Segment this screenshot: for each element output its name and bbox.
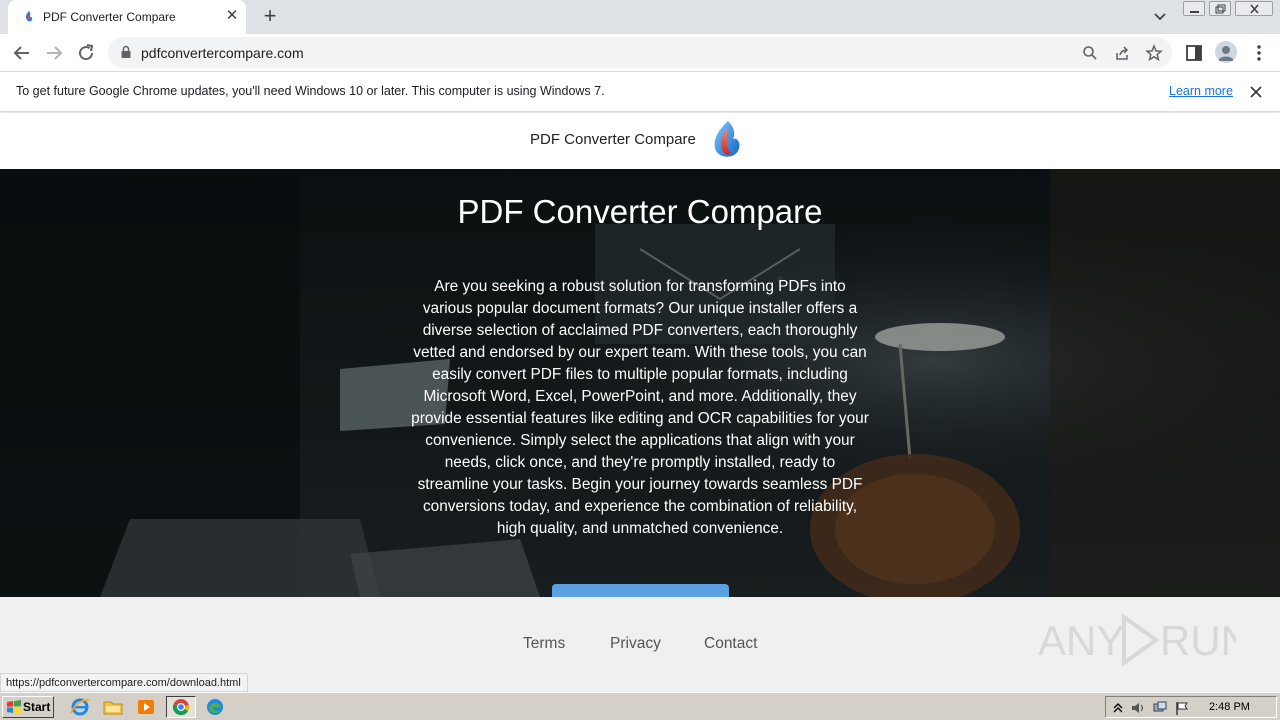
footer-link-privacy[interactable]: Privacy [610, 635, 661, 653]
reload-icon[interactable] [74, 41, 98, 65]
lock-icon[interactable] [120, 45, 132, 59]
hero-description: Are you seeking a robust solution for tr… [411, 278, 869, 537]
chrome-taskbar-button[interactable] [166, 696, 196, 718]
new-tab-button[interactable]: + [258, 5, 282, 29]
tab-title: PDF Converter Compare [43, 10, 176, 24]
edge-icon[interactable] [203, 696, 227, 718]
hero-section: PDF Converter Compare Are you seeking a … [0, 169, 1280, 597]
start-label: Start [23, 700, 51, 714]
tab-close-icon[interactable]: ✕ [224, 8, 240, 24]
footer-link-terms[interactable]: Terms [523, 635, 565, 653]
network-icon[interactable] [1152, 700, 1168, 716]
internet-explorer-icon[interactable] [68, 696, 92, 718]
restore-window-button[interactable] [1209, 1, 1231, 16]
download-button[interactable] [552, 584, 729, 597]
profile-icon[interactable] [1215, 41, 1237, 63]
minimize-icon [1190, 11, 1199, 13]
minimize-window-button[interactable] [1183, 1, 1205, 16]
system-tray: 2:48 PM [1105, 696, 1277, 718]
close-icon [1250, 4, 1259, 14]
svg-text:RUN: RUN [1160, 617, 1236, 664]
avatar [1218, 46, 1234, 61]
tab-strip: PDF Converter Compare ✕ + [0, 0, 1280, 34]
tab-search-chevron-icon[interactable] [1150, 8, 1170, 26]
url-text[interactable]: pdfconvertercompare.com [141, 45, 304, 61]
svg-text:ANY: ANY [1038, 617, 1124, 664]
learn-more-link[interactable]: Learn more [1169, 84, 1233, 98]
folder-icon[interactable] [101, 696, 125, 718]
media-player-icon[interactable] [134, 696, 158, 718]
back-arrow-icon[interactable] [10, 41, 34, 65]
flame-logo-icon[interactable] [709, 118, 743, 162]
share-icon[interactable] [1113, 44, 1131, 62]
search-icon[interactable] [1081, 44, 1099, 62]
site-header: PDF Converter Compare [0, 113, 1280, 169]
infobar-message: To get future Google Chrome updates, you… [16, 84, 605, 98]
volume-icon[interactable] [1130, 700, 1146, 716]
kebab-menu-icon[interactable] [1249, 43, 1269, 63]
restore-icon [1215, 4, 1226, 14]
footer-link-contact[interactable]: Contact [704, 635, 757, 653]
windows-logo-icon [7, 700, 21, 714]
start-button[interactable]: Start [2, 696, 54, 718]
update-infobar: To get future Google Chrome updates, you… [0, 72, 1280, 112]
anyrun-watermark-logo: ANY RUN [1038, 613, 1236, 667]
browser-toolbar: pdfconvertercompare.com [0, 34, 1280, 72]
action-center-flag-icon[interactable] [1174, 700, 1190, 716]
flame-logo-icon [25, 11, 33, 22]
chrome-icon [172, 699, 190, 716]
close-icon[interactable] [1247, 83, 1265, 101]
close-window-button[interactable] [1235, 1, 1273, 16]
star-icon[interactable] [1145, 44, 1163, 62]
address-bar[interactable]: pdfconvertercompare.com [108, 37, 1172, 68]
show-hidden-icons-icon[interactable] [1110, 700, 1126, 716]
side-panel-icon[interactable] [1184, 43, 1204, 63]
windows-taskbar: Start 2:48 PM [0, 692, 1280, 720]
browser-tab-active[interactable]: PDF Converter Compare ✕ [8, 0, 246, 34]
forward-arrow-icon[interactable] [42, 41, 66, 65]
status-bubble-url: https://pdfconvertercompare.com/download… [0, 673, 248, 692]
brand-name[interactable]: PDF Converter Compare [530, 131, 696, 148]
hero-title: PDF Converter Compare [457, 193, 823, 230]
taskbar-clock[interactable]: 2:48 PM [1209, 701, 1250, 713]
